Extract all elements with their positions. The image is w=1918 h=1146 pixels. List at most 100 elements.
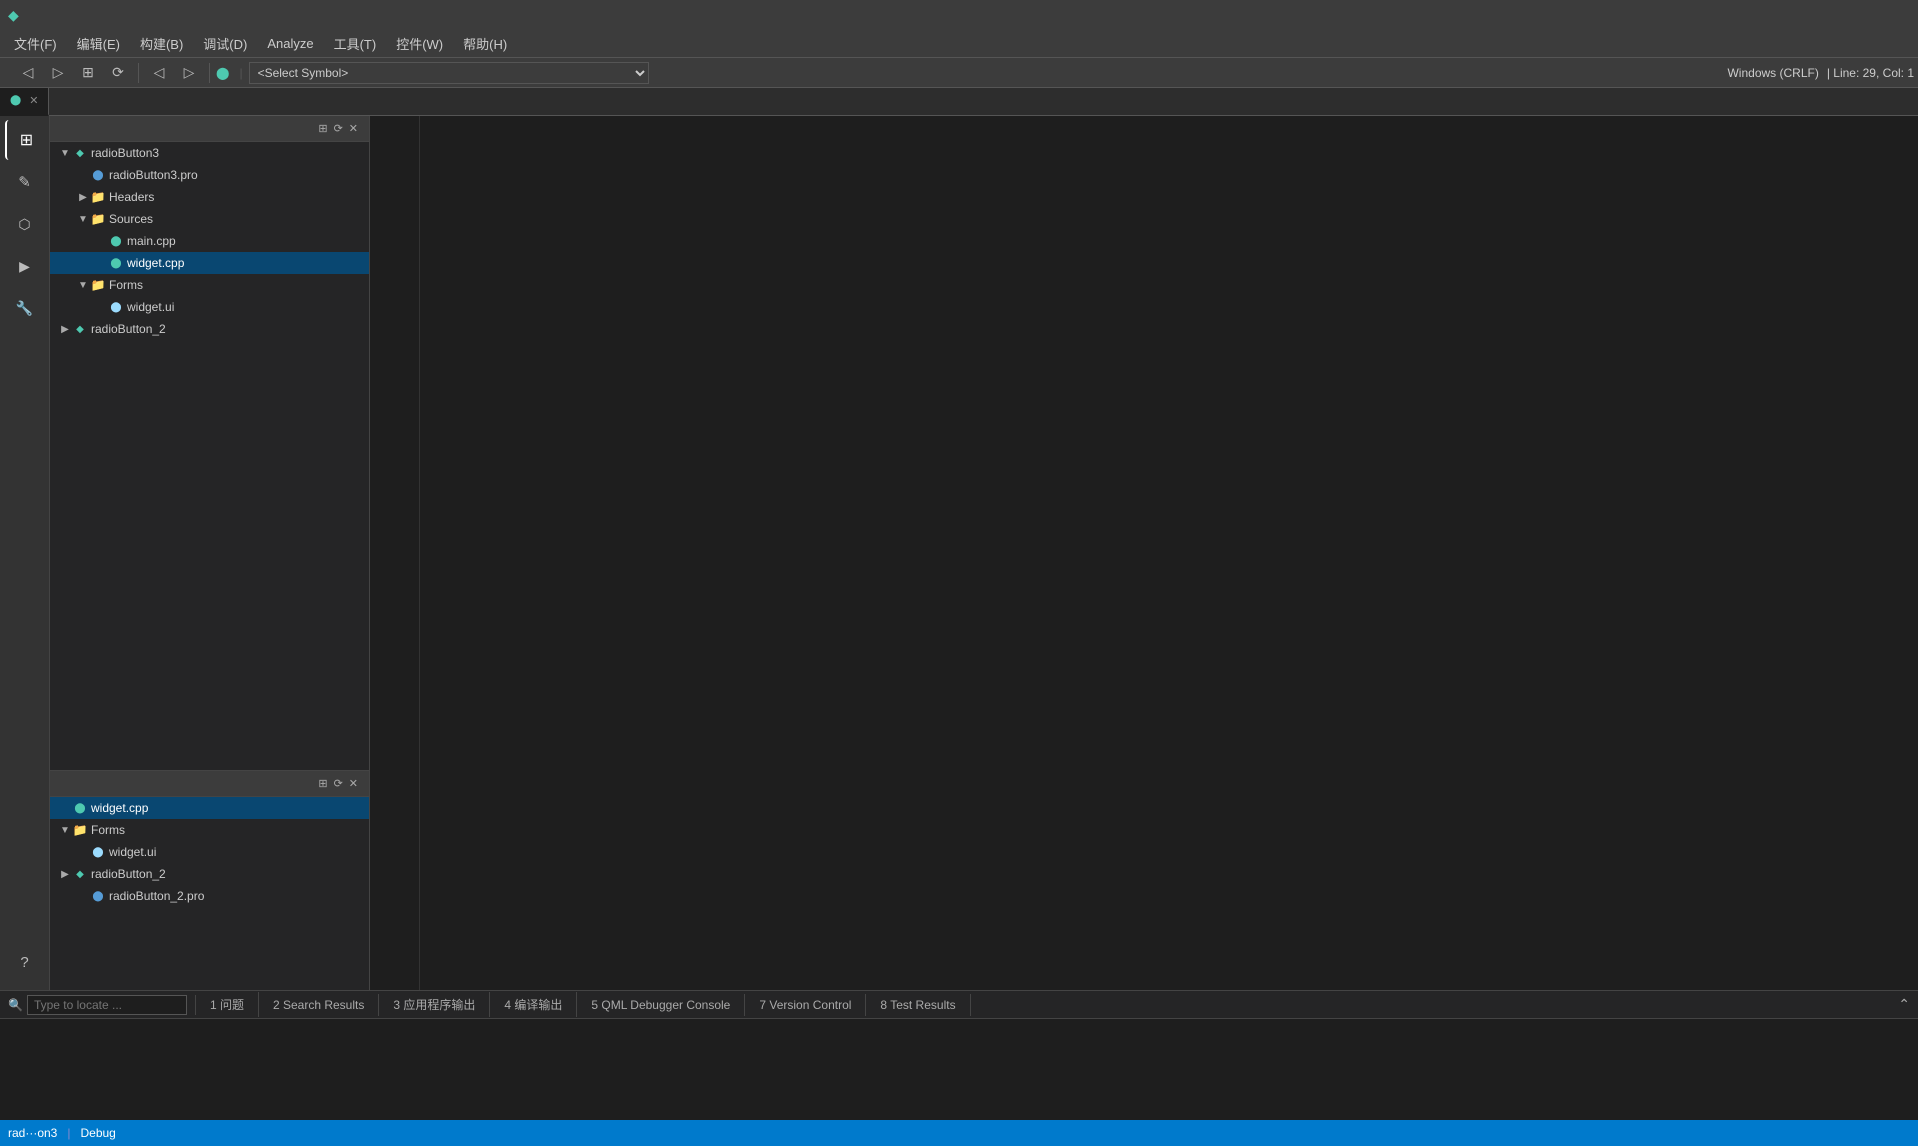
active-tab[interactable]: ⬤ ✕: [0, 88, 49, 116]
tree-item-label: radioButton_2: [91, 322, 166, 336]
code-content[interactable]: [420, 116, 1918, 990]
tree-item-Forms[interactable]: ▼📁Forms: [50, 274, 369, 296]
tree-item-radioButton3.pro[interactable]: ⬤radioButton3.pro: [50, 164, 369, 186]
tree-item-icon-project: ◆: [72, 866, 88, 882]
menu-item-D[interactable]: 调试(D): [193, 30, 257, 57]
tab-close-button[interactable]: ✕: [29, 94, 38, 107]
tabbar: ⬤ ✕: [0, 88, 1918, 116]
menu-item-Analyze[interactable]: Analyze: [257, 32, 323, 55]
tree-item-label: widget.cpp: [91, 801, 148, 815]
activity-design-button[interactable]: ⬡: [5, 204, 45, 244]
menu-item-T[interactable]: 工具(T): [324, 30, 387, 57]
tree-item-radioButton_2[interactable]: ▶◆radioButton_2: [50, 318, 369, 340]
project-panel-bottom: ⊞ ⟳ ✕ ⬤widget.cpp▼📁Forms⬤widget.ui▶◆radi…: [50, 770, 369, 990]
tree-item-widget.cpp2[interactable]: ⬤widget.cpp: [50, 797, 369, 819]
tree-arrow: ▶: [76, 192, 90, 203]
tree-item-main.cpp[interactable]: ⬤main.cpp: [50, 230, 369, 252]
bottom-tabs: 🔍 1 问题 2 Search Results 3 应用程序输出 4 编译输出 …: [0, 991, 1918, 1019]
left-panel: ⊞ ✎ ⬡ ▶ 🔧 ? ⊞ ⟳ ✕ ▼◆radioButton3⬤radioBu…: [0, 116, 370, 990]
menu-item-B[interactable]: 构建(B): [130, 30, 193, 57]
window-controls: [1768, 0, 1910, 30]
tree-item-label: radioButton3: [91, 146, 159, 160]
menu-item-E[interactable]: 编辑(E): [67, 30, 130, 57]
qml-debugger-tab[interactable]: 5 QML Debugger Console: [577, 994, 745, 1016]
symbol-select-dropdown[interactable]: <Select Symbol>: [249, 62, 649, 84]
test-results-tab[interactable]: 8 Test Results: [866, 994, 970, 1016]
close-panel2-icon[interactable]: ✕: [349, 777, 358, 790]
tree-item-icon-cpp: ⬤: [108, 255, 124, 271]
activity-debug-button[interactable]: ▶: [5, 246, 45, 286]
tree-item-icon-pro: ⬤: [90, 888, 106, 904]
tree-item-widget.ui[interactable]: ⬤widget.ui: [50, 296, 369, 318]
line-ending-label: Windows (CRLF): [1727, 66, 1818, 80]
status-separator: |: [67, 1126, 70, 1140]
toolbar-prev-button[interactable]: ◁: [145, 60, 173, 86]
tree-item-icon-folder: 📁: [90, 211, 106, 227]
menu-item-F[interactable]: 文件(F): [4, 30, 67, 57]
tree-item-Forms2[interactable]: ▼📁Forms: [50, 819, 369, 841]
toolbar-back-button[interactable]: ◁: [14, 60, 42, 86]
locate-input[interactable]: [27, 995, 187, 1015]
toolbar-next-button[interactable]: ▷: [175, 60, 203, 86]
tree-item-label: widget.ui: [109, 845, 156, 859]
toolbar-sync-button[interactable]: ⟳: [104, 60, 132, 86]
close-button[interactable]: [1864, 0, 1910, 30]
tree-item-radioButton_2.pro[interactable]: ⬤radioButton_2.pro: [50, 885, 369, 907]
maximize-button[interactable]: [1816, 0, 1862, 30]
debug-label[interactable]: Debug: [80, 1126, 115, 1140]
tree-item-widget.cpp[interactable]: ⬤widget.cpp: [50, 252, 369, 274]
filter-icon2[interactable]: ⊞: [318, 777, 327, 790]
tree-item-radioButton_2_2[interactable]: ▶◆radioButton_2: [50, 863, 369, 885]
sync-icon[interactable]: ⟳: [334, 122, 343, 135]
tree-arrow: ▼: [76, 280, 90, 291]
tree-item-Sources[interactable]: ▼📁Sources: [50, 208, 369, 230]
line-numbers: [370, 116, 420, 990]
toolbar-forward-button[interactable]: ▷: [44, 60, 72, 86]
expand-icon[interactable]: ⌃: [1890, 996, 1918, 1013]
tree-item-label: Forms: [91, 823, 125, 837]
tree-item-label: radioButton_2: [91, 867, 166, 881]
project-tree: ▼◆radioButton3⬤radioButton3.pro▶📁Headers…: [50, 142, 369, 770]
minimize-button[interactable]: [1768, 0, 1814, 30]
app-output-tab[interactable]: 3 应用程序输出: [379, 992, 490, 1017]
code-editor: [370, 116, 1918, 990]
menu-item-H[interactable]: 帮助(H): [453, 30, 517, 57]
code-area[interactable]: [370, 116, 1918, 990]
search-results-tab[interactable]: 2 Search Results: [259, 994, 379, 1016]
statusbar: rad···on3 | Debug: [0, 1120, 1918, 1146]
file-icon: ⬤: [216, 66, 229, 80]
activity-project-button[interactable]: ⊞: [5, 120, 45, 160]
tree-item-icon-pro: ⬤: [90, 167, 106, 183]
activity-bar: ⊞ ✎ ⬡ ▶ 🔧 ?: [0, 116, 50, 990]
app-icon: ◆: [8, 7, 19, 24]
close-panel-icon[interactable]: ✕: [349, 122, 358, 135]
mini-project-label: rad···on3: [8, 1126, 57, 1140]
search-icon: 🔍: [8, 998, 23, 1012]
tree-item-icon-folder: 📁: [90, 189, 106, 205]
compile-output-tab[interactable]: 4 编译输出: [490, 992, 577, 1017]
tree-item-icon-ui: ⬤: [90, 844, 106, 860]
issues-tab[interactable]: 1 问题: [196, 992, 259, 1017]
bottom-panel-content: [0, 1019, 1918, 1120]
tree-item-radioButton3[interactable]: ▼◆radioButton3: [50, 142, 369, 164]
sync-icon2[interactable]: ⟳: [334, 777, 343, 790]
status-left: rad···on3 | Debug: [8, 1126, 116, 1140]
toolbar-separator3: |: [239, 66, 242, 80]
activity-help-button[interactable]: ?: [5, 942, 45, 982]
tree-item-Headers[interactable]: ▶📁Headers: [50, 186, 369, 208]
filter-icon[interactable]: ⊞: [318, 122, 327, 135]
tree-item-icon-cpp: ⬤: [72, 800, 88, 816]
main-area: ⊞ ✎ ⬡ ▶ 🔧 ? ⊞ ⟳ ✕ ▼◆radioButton3⬤radioBu…: [0, 116, 1918, 990]
toolbar-filter-button[interactable]: ⊞: [74, 60, 102, 86]
menu-item-W[interactable]: 控件(W): [386, 30, 453, 57]
menubar: 文件(F)编辑(E)构建(B)调试(D)Analyze工具(T)控件(W)帮助(…: [0, 30, 1918, 58]
version-control-tab[interactable]: 7 Version Control: [745, 994, 866, 1016]
activity-tools-button[interactable]: 🔧: [5, 288, 45, 328]
toolbar-separator1: [138, 63, 139, 83]
project-panel-header: ⊞ ⟳ ✕: [50, 116, 369, 142]
tree-arrow: ▶: [58, 869, 72, 880]
tree-item-widget.ui2[interactable]: ⬤widget.ui: [50, 841, 369, 863]
activity-edit-button[interactable]: ✎: [5, 162, 45, 202]
tree-item-icon-cpp: ⬤: [108, 233, 124, 249]
tree-item-label: widget.ui: [127, 300, 174, 314]
